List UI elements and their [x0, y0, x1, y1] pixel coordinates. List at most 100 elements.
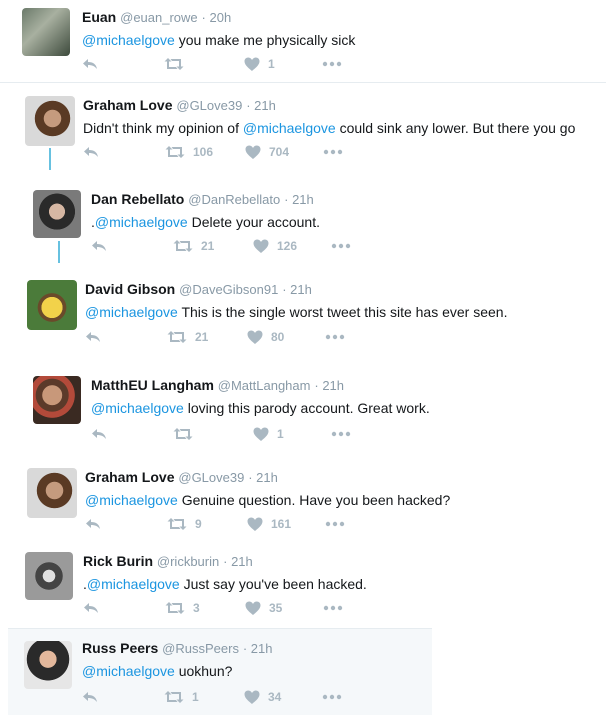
- like-count: 1: [277, 427, 284, 441]
- avatar[interactable]: [33, 190, 81, 238]
- timestamp[interactable]: · 21h: [223, 554, 253, 569]
- like-button[interactable]: 35: [245, 598, 282, 618]
- more-button[interactable]: [331, 236, 351, 256]
- tweet-text: @michaelgove This is the single worst tw…: [85, 304, 508, 320]
- mention-link[interactable]: @michaelgove: [87, 576, 180, 592]
- reply-button[interactable]: [82, 687, 98, 707]
- reply-icon: [83, 601, 99, 615]
- mention-link[interactable]: @michaelgove: [243, 120, 336, 136]
- avatar[interactable]: [27, 468, 77, 518]
- user-handle[interactable]: @GLove39: [178, 470, 244, 485]
- tweet-0[interactable]: Euan @euan_rowe · 20h @michaelgove you m…: [0, 0, 606, 82]
- like-button[interactable]: 126: [253, 236, 297, 256]
- user-handle[interactable]: @DanRebellato: [188, 192, 280, 207]
- retweet-button[interactable]: 3: [165, 598, 200, 618]
- display-name[interactable]: MatthEU Langham: [91, 377, 214, 393]
- more-icon: [323, 605, 343, 611]
- more-button[interactable]: [322, 54, 342, 74]
- tweet-2[interactable]: Dan Rebellato @DanRebellato · 21h .@mich…: [0, 180, 606, 268]
- like-count: 34: [268, 690, 282, 704]
- tweet-5[interactable]: Graham Love @GLove39 · 21h @michaelgove …: [0, 462, 606, 542]
- mention-link[interactable]: @michaelgove: [85, 304, 178, 320]
- display-name[interactable]: Euan: [82, 9, 116, 25]
- retweet-button[interactable]: 9: [167, 514, 202, 534]
- like-count: 161: [271, 517, 292, 531]
- retweet-button[interactable]: [164, 54, 192, 74]
- retweet-icon: [173, 239, 193, 253]
- avatar[interactable]: [25, 552, 73, 600]
- like-button[interactable]: 1: [244, 54, 275, 74]
- mention-link[interactable]: @michaelgove: [82, 663, 175, 679]
- avatar[interactable]: [25, 96, 75, 146]
- timestamp[interactable]: · 21h: [248, 470, 278, 485]
- reply-button[interactable]: [91, 236, 107, 256]
- reply-icon: [85, 330, 101, 344]
- retweet-icon: [167, 517, 187, 531]
- display-name[interactable]: Russ Peers: [82, 640, 158, 656]
- avatar[interactable]: [27, 280, 77, 330]
- tweet-text: @michaelgove uokhun?: [82, 663, 233, 679]
- like-button[interactable]: 80: [247, 327, 284, 347]
- mention-link[interactable]: @michaelgove: [85, 492, 178, 508]
- like-count: 1: [268, 57, 275, 71]
- user-handle[interactable]: @GLove39: [176, 98, 242, 113]
- retweet-button[interactable]: 106: [165, 142, 213, 162]
- tweet-1[interactable]: Graham Love @GLove39 · 21h Didn't think …: [0, 86, 606, 176]
- reply-icon: [91, 427, 107, 441]
- user-handle[interactable]: @MattLangham: [218, 378, 311, 393]
- timestamp[interactable]: · 21h: [314, 378, 344, 393]
- tweet-3[interactable]: David Gibson @DaveGibson91 · 21h @michae…: [0, 272, 606, 362]
- more-button[interactable]: [323, 142, 343, 162]
- reply-button[interactable]: [83, 142, 99, 162]
- display-name[interactable]: Graham Love: [85, 469, 174, 485]
- retweet-count: 3: [193, 601, 200, 615]
- tweet-text: Didn't think my opinion of @michaelgove …: [83, 120, 576, 136]
- display-name[interactable]: Graham Love: [83, 97, 172, 113]
- more-button[interactable]: [325, 327, 345, 347]
- reply-icon: [91, 239, 107, 253]
- thread-connector: [58, 241, 60, 263]
- reply-button[interactable]: [82, 54, 98, 74]
- mention-link[interactable]: @michaelgove: [95, 214, 188, 230]
- heart-icon: [245, 145, 261, 159]
- user-handle[interactable]: @RussPeers: [162, 641, 239, 656]
- more-button[interactable]: [322, 687, 342, 707]
- timestamp[interactable]: · 21h: [284, 192, 314, 207]
- timestamp[interactable]: · 21h: [243, 641, 273, 656]
- retweet-button[interactable]: 21: [167, 327, 208, 347]
- like-count: 35: [269, 601, 283, 615]
- tweet-6[interactable]: Rick Burin @rickburin · 21h .@michaelgov…: [0, 546, 606, 626]
- user-handle[interactable]: @rickburin: [157, 554, 219, 569]
- like-button[interactable]: 704: [245, 142, 289, 162]
- more-button[interactable]: [323, 598, 343, 618]
- avatar[interactable]: [22, 8, 70, 56]
- avatar[interactable]: [33, 376, 81, 424]
- tweet-4[interactable]: MatthEU Langham @MattLangham · 21h @mich…: [0, 368, 606, 460]
- timestamp[interactable]: · 21h: [282, 282, 312, 297]
- reply-button[interactable]: [83, 598, 99, 618]
- mention-link[interactable]: @michaelgove: [91, 400, 184, 416]
- reply-button[interactable]: [85, 514, 101, 534]
- timestamp[interactable]: · 20h: [202, 10, 232, 25]
- reply-button[interactable]: [85, 327, 101, 347]
- tweet-7[interactable]: Russ Peers @RussPeers · 21h @michaelgove…: [8, 628, 432, 715]
- heart-icon: [244, 690, 260, 704]
- user-handle[interactable]: @DaveGibson91: [179, 282, 278, 297]
- like-button[interactable]: 34: [244, 687, 281, 707]
- display-name[interactable]: David Gibson: [85, 281, 175, 297]
- more-button[interactable]: [325, 514, 345, 534]
- timestamp[interactable]: · 21h: [246, 98, 276, 113]
- mention-link[interactable]: @michaelgove: [82, 32, 175, 48]
- display-name[interactable]: Dan Rebellato: [91, 191, 184, 207]
- display-name[interactable]: Rick Burin: [83, 553, 153, 569]
- retweet-button[interactable]: 21: [173, 236, 214, 256]
- retweet-button[interactable]: 1: [164, 687, 199, 707]
- like-button[interactable]: 161: [247, 514, 291, 534]
- like-button[interactable]: 1: [253, 424, 284, 444]
- reply-button[interactable]: [91, 424, 107, 444]
- avatar[interactable]: [24, 641, 72, 689]
- more-button[interactable]: [331, 424, 351, 444]
- retweet-button[interactable]: [173, 424, 201, 444]
- reply-icon: [85, 517, 101, 531]
- user-handle[interactable]: @euan_rowe: [120, 10, 198, 25]
